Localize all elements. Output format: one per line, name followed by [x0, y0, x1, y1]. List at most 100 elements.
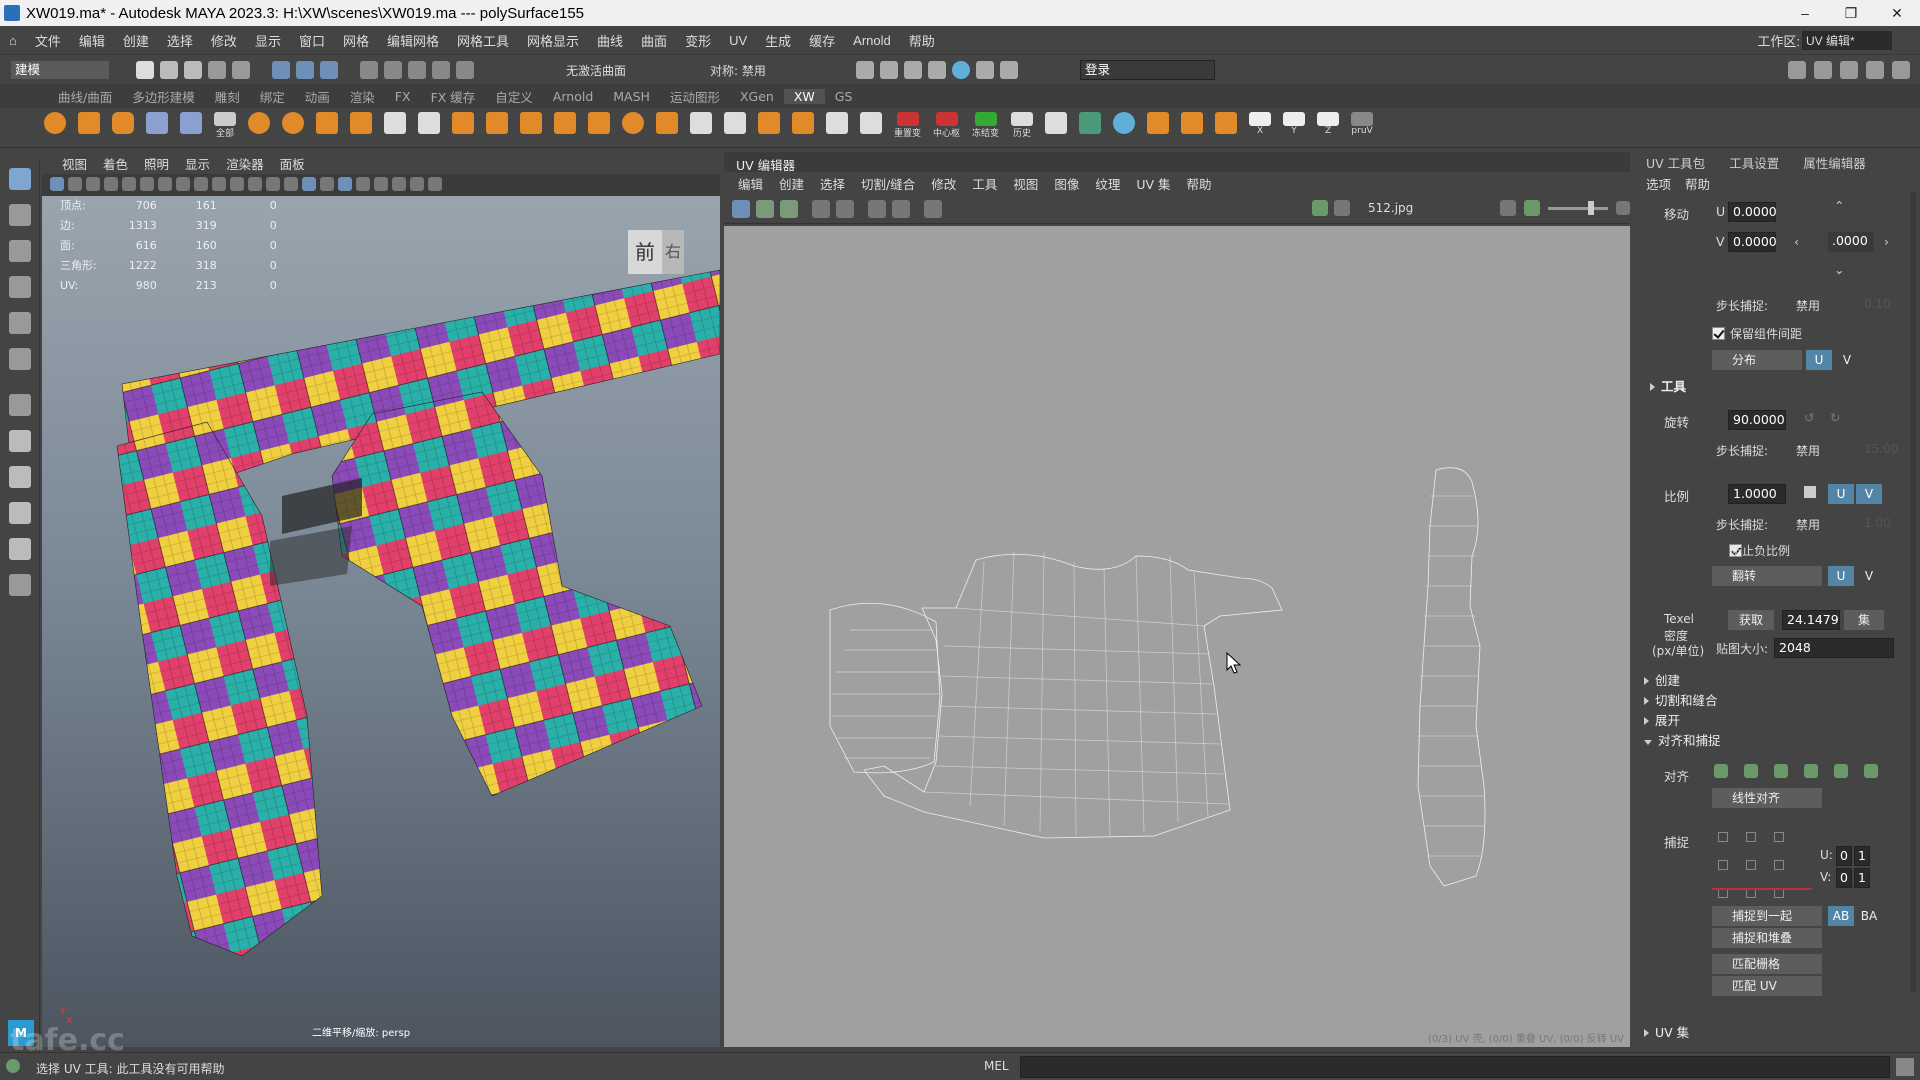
tab-attribute-editor[interactable]: 属性编辑器 — [1791, 153, 1878, 172]
maximize-button[interactable]: ❐ — [1828, 0, 1874, 26]
menu-edit[interactable]: 编辑 — [70, 31, 114, 50]
menu-uv[interactable]: UV — [720, 33, 756, 48]
uv-select-icon[interactable] — [756, 200, 774, 218]
wireframe-on-shaded-icon[interactable] — [320, 177, 334, 191]
live-surface-field[interactable]: 无激活曲面 — [566, 62, 626, 79]
flip-v-button[interactable]: V — [1856, 566, 1882, 586]
snap-u-max[interactable]: 1 — [1854, 846, 1870, 866]
uv-menu-tools[interactable]: 工具 — [964, 174, 1005, 193]
uv-menu-uvsets[interactable]: UV 集 — [1128, 174, 1178, 193]
shelf-tab-arnold[interactable]: Arnold — [543, 89, 603, 104]
uv-menu-view[interactable]: 视图 — [1005, 174, 1046, 193]
delete-history-button[interactable]: 历史 — [1011, 112, 1034, 139]
select-tool-icon[interactable] — [8, 168, 31, 190]
shelf-tab-motion-graphics[interactable]: 运动图形 — [660, 87, 730, 106]
align-left-icon[interactable] — [1714, 764, 1728, 778]
align-center-v-icon[interactable] — [1834, 764, 1848, 778]
menu-surfaces[interactable]: 曲面 — [632, 31, 676, 50]
align-bottom-icon[interactable] — [1864, 764, 1878, 778]
shelf-tab-rendering[interactable]: 渲染 — [340, 87, 385, 106]
rotate-step-snap-value[interactable]: 15.00 — [1864, 442, 1898, 456]
undo-icon[interactable] — [208, 61, 226, 79]
character-controls-icon[interactable] — [1814, 61, 1832, 79]
panel-scrollbar[interactable] — [1910, 192, 1916, 992]
tab-uv-toolkit[interactable]: UV 工具包 — [1634, 153, 1717, 172]
symmetry-field[interactable]: 对称: 禁用 — [710, 62, 766, 79]
shelf-tab-fx[interactable]: FX — [385, 89, 421, 104]
center-pivot-button[interactable]: 中心枢 — [933, 112, 960, 139]
distribute-u-button[interactable]: U — [1806, 350, 1832, 370]
snap-ab-button[interactable]: AB — [1828, 906, 1854, 926]
uv-shaded-icon[interactable] — [836, 200, 854, 218]
bookmark-icon[interactable] — [86, 177, 100, 191]
quad-draw-icon[interactable] — [656, 112, 678, 134]
mode-dropdown[interactable]: 建模 — [10, 60, 110, 80]
mirror-y-button[interactable]: Y — [1283, 112, 1306, 136]
hypershade-icon[interactable] — [952, 61, 970, 79]
film-gate-icon[interactable] — [176, 177, 190, 191]
poly-plane-icon[interactable] — [146, 112, 168, 134]
arnold-render-icon[interactable] — [976, 61, 994, 79]
paint-icon[interactable] — [724, 112, 746, 134]
dim-slider[interactable] — [1548, 200, 1608, 215]
separate-icon[interactable] — [758, 112, 780, 134]
target-weld-icon[interactable] — [486, 112, 508, 134]
align-top-icon[interactable] — [1804, 764, 1818, 778]
tab-tool-settings[interactable]: 工具设置 — [1717, 153, 1791, 172]
pivot-icon[interactable] — [860, 112, 882, 134]
snap-ml[interactable] — [1718, 860, 1728, 870]
menu-curves[interactable]: 曲线 — [588, 31, 632, 50]
rotate-field[interactable]: 90.0000 — [1728, 410, 1786, 430]
align-snap-section-header[interactable]: 对齐和捕捉 — [1644, 730, 1721, 749]
vp-menu-panels[interactable]: 面板 — [272, 154, 313, 173]
ipr-render-icon[interactable] — [904, 61, 922, 79]
shelf-tab-gs[interactable]: GS — [825, 89, 863, 104]
uv-menu-modify[interactable]: 修改 — [923, 174, 964, 193]
offset-edge-loop-icon[interactable] — [588, 112, 610, 134]
scale-step-snap-value[interactable]: 1.00 — [1864, 516, 1891, 530]
texel-density-field[interactable]: 24.1479 — [1782, 610, 1840, 630]
select-by-object-icon[interactable] — [296, 61, 314, 79]
shelf-tab-animation[interactable]: 动画 — [295, 87, 340, 106]
snap-curve-icon[interactable] — [384, 61, 402, 79]
uv-wire-icon[interactable] — [812, 200, 830, 218]
vp-menu-view[interactable]: 视图 — [54, 154, 95, 173]
combine-icon[interactable] — [180, 112, 202, 134]
distribute-v-button[interactable]: V — [1834, 350, 1860, 370]
2d-pan-icon[interactable] — [122, 177, 136, 191]
menu-arnold[interactable]: Arnold — [844, 33, 900, 48]
move-step-snap-value[interactable]: 0.10 — [1864, 297, 1891, 311]
unfold-section-header[interactable]: 展开 — [1644, 710, 1680, 729]
move-u-field[interactable]: 0.0000 — [1728, 202, 1777, 222]
paint-select-icon[interactable] — [8, 240, 31, 262]
mel-label[interactable]: MEL — [984, 1059, 1009, 1073]
home-icon[interactable]: ⌂ — [0, 33, 26, 48]
align-right-icon[interactable] — [1774, 764, 1788, 778]
shelf-tab-custom[interactable]: 自定义 — [485, 87, 543, 106]
menu-mesh-tools[interactable]: 网格工具 — [448, 31, 518, 50]
vp-menu-show[interactable]: 显示 — [177, 154, 218, 173]
snap-stack-button[interactable]: 捕捉和堆叠 — [1712, 928, 1822, 948]
uv-menu-cut-sew[interactable]: 切割/缝合 — [853, 174, 923, 193]
scale-v-button[interactable]: V — [1856, 484, 1882, 504]
shelf-tab-xw[interactable]: XW — [783, 88, 825, 104]
checker-icon[interactable] — [1045, 112, 1068, 134]
new-scene-icon[interactable] — [136, 61, 154, 79]
select-by-component-icon[interactable] — [320, 61, 338, 79]
uv-menu-select[interactable]: 选择 — [812, 174, 853, 193]
menu-select[interactable]: 选择 — [158, 31, 202, 50]
mirror-z-button[interactable]: Z — [1317, 112, 1340, 136]
pause-icon[interactable] — [1000, 61, 1018, 79]
shelf-tab-curves[interactable]: 曲线/曲面 — [48, 87, 122, 106]
uv-menu-create[interactable]: 创建 — [771, 174, 812, 193]
linear-align-button[interactable]: 线性对齐 — [1712, 788, 1822, 808]
match-grid-button[interactable]: 匹配栅格 — [1712, 954, 1822, 974]
mirror-icon[interactable] — [622, 112, 644, 134]
snap-ba-button[interactable]: BA — [1856, 906, 1882, 926]
uv-canvas[interactable]: (0/3) UV 壳, (0/0) 重叠 UV, (0/0) 反转 UV — [724, 226, 1630, 1047]
snap-tl[interactable] — [1718, 832, 1728, 842]
menu-mesh-display[interactable]: 网格显示 — [518, 31, 588, 50]
uv-unfold-icon[interactable] — [1113, 112, 1136, 134]
uv-distortion-icon[interactable] — [892, 200, 910, 218]
outliner-icon[interactable] — [8, 538, 31, 560]
